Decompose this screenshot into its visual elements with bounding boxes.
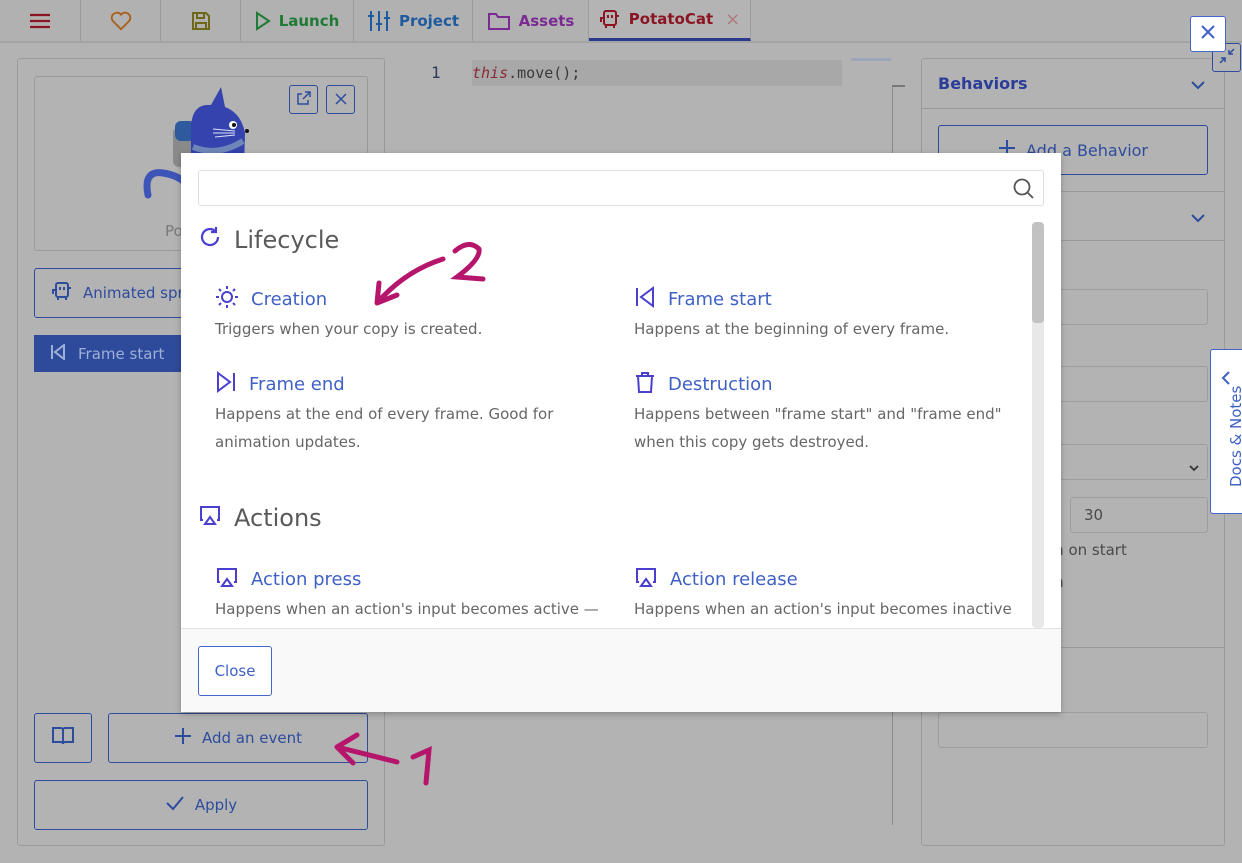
plus-icon: [174, 727, 192, 749]
event-title: Action press: [251, 568, 362, 590]
refresh-icon: [198, 225, 222, 255]
skip-back-icon: [50, 342, 66, 364]
menu-button[interactable]: [0, 0, 81, 41]
sun-icon: [215, 285, 239, 314]
airplay-icon: [198, 504, 222, 532]
tab-close-button[interactable]: ×: [725, 9, 740, 30]
event-description: Triggers when your copy is created.: [215, 320, 483, 338]
chevron-down-icon: [1190, 208, 1206, 227]
event-item-destruction[interactable]: Destruction Happens between "frame start…: [634, 370, 1024, 456]
event-description: Happens at the end of every frame. Good …: [215, 405, 554, 451]
event-item-action-release[interactable]: Action release Happens when an action's …: [634, 565, 1024, 623]
launch-button[interactable]: Launch: [241, 0, 354, 41]
section-lifecycle: Lifecycle: [198, 225, 339, 255]
add-event-label: Add an event: [202, 729, 302, 747]
event-description: Happens when an action's input becomes a…: [215, 600, 599, 618]
event-description: Happens at the beginning of every frame.: [634, 320, 950, 338]
code-text: .move();: [508, 64, 581, 82]
project-button[interactable]: Project: [354, 0, 473, 41]
checkmark-icon: [165, 795, 185, 815]
apply-label: Apply: [194, 796, 238, 814]
airplay-icon: [634, 566, 658, 593]
close-icon: [334, 90, 347, 109]
tab-potatocat[interactable]: PotatoCat ×: [589, 0, 751, 41]
event-title: Frame start: [668, 288, 772, 310]
fps-input[interactable]: 30: [1070, 497, 1208, 533]
code-line[interactable]: this.move();: [472, 60, 842, 86]
event-item-frame-end[interactable]: Frame end Happens at the end of every fr…: [215, 370, 605, 456]
event-title: Destruction: [668, 373, 773, 395]
dialog-footer: Close: [181, 628, 1061, 712]
search-icon[interactable]: [1013, 178, 1035, 204]
top-toolbar: Launch Project Assets PotatoCat ×: [0, 0, 1242, 43]
editor-scrollbar-thumb[interactable]: [892, 85, 905, 87]
event-title: Action release: [670, 568, 798, 590]
hamburger-icon: [30, 13, 50, 29]
remove-preview-button[interactable]: [326, 85, 355, 114]
tab-label: PotatoCat: [628, 10, 714, 28]
search-input[interactable]: [199, 171, 999, 205]
close-button[interactable]: Close: [198, 646, 272, 696]
docs-button[interactable]: [34, 713, 92, 763]
code-keyword: this: [472, 64, 509, 82]
event-item-action-press[interactable]: Action press Happens when an action's in…: [215, 565, 605, 623]
event-description: Happens when an action's input becomes i…: [634, 600, 1012, 618]
assets-button[interactable]: Assets: [473, 0, 589, 41]
section-title: Actions: [234, 504, 322, 532]
folder-icon: [487, 11, 511, 31]
robot-icon: [51, 280, 73, 306]
list-scrollbar[interactable]: [1032, 222, 1044, 628]
external-link-icon: [296, 90, 311, 109]
minimap[interactable]: [851, 58, 891, 61]
behaviors-title: Behaviors: [938, 74, 1028, 93]
event-title: Creation: [251, 288, 328, 310]
event-search[interactable]: [198, 170, 1044, 206]
floppy-disk-icon: [191, 11, 211, 31]
apply-button[interactable]: Apply: [34, 780, 368, 830]
book-icon: [52, 726, 74, 750]
robot-icon: [599, 8, 621, 30]
close-icon: [1200, 24, 1216, 44]
behaviors-header[interactable]: Behaviors: [922, 59, 1224, 109]
airplay-icon: [215, 566, 239, 593]
heart-icon: [110, 11, 132, 31]
launch-label: Launch: [278, 11, 340, 30]
section-title: Lifecycle: [234, 226, 340, 254]
scrollbar-thumb[interactable]: [1032, 222, 1044, 323]
event-label: Frame start: [78, 344, 165, 363]
chevron-down-icon: [1189, 457, 1199, 476]
line-number: 1: [431, 63, 441, 82]
event-title: Frame end: [249, 373, 345, 395]
open-external-button[interactable]: [289, 85, 318, 114]
sliders-icon: [367, 10, 391, 32]
favorites-button[interactable]: [81, 0, 161, 41]
add-event-button[interactable]: Add an event: [108, 713, 368, 763]
assets-label: Assets: [518, 11, 575, 30]
section-actions: Actions: [198, 504, 322, 532]
event-item-creation[interactable]: Creation Triggers when your copy is crea…: [215, 285, 605, 343]
docs-notes-tab[interactable]: Docs & Notes: [1210, 349, 1242, 514]
event-description: Happens between "frame start" and "frame…: [634, 405, 1002, 451]
template-type-label: Animated spr: [83, 284, 184, 302]
event-item-frame-start[interactable]: Frame start Happens at the beginning of …: [634, 285, 1024, 343]
window-close-button[interactable]: [1190, 16, 1226, 52]
skip-back-icon: [634, 285, 656, 313]
text-field[interactable]: [938, 712, 1208, 748]
event-list: Lifecycle Creation Triggers when your co…: [181, 223, 1046, 629]
project-label: Project: [398, 11, 460, 30]
docs-notes-label: Docs & Notes: [1227, 385, 1242, 487]
play-icon: [255, 10, 271, 31]
chevron-down-icon: [1190, 75, 1206, 94]
trash-icon: [634, 371, 656, 398]
skip-forward-icon: [215, 370, 237, 398]
add-event-dialog: Lifecycle Creation Triggers when your co…: [181, 153, 1061, 712]
save-button[interactable]: [161, 0, 241, 41]
